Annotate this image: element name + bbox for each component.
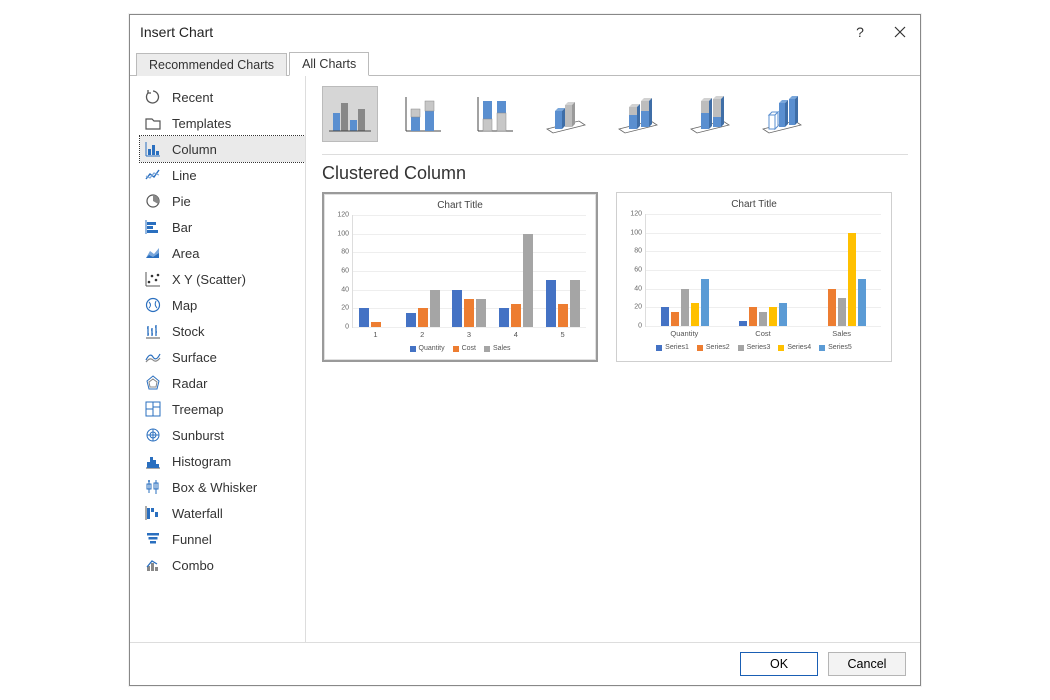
sidebar-item-map[interactable]: Map: [140, 292, 305, 318]
sidebar-item-combo[interactable]: Combo: [140, 552, 305, 578]
sidebar-item-label: Sunburst: [172, 428, 224, 443]
combo-icon: [144, 556, 162, 574]
sidebar-item-boxwhisker[interactable]: Box & Whisker: [140, 474, 305, 500]
subtype-stacked-column[interactable]: [394, 86, 450, 142]
chart-legend: QuantityCostSales: [330, 345, 590, 352]
sidebar-item-label: Combo: [172, 558, 214, 573]
templates-icon: [144, 114, 162, 132]
sidebar-item-line[interactable]: Line: [140, 162, 305, 188]
sidebar-item-label: Pie: [172, 194, 191, 209]
sidebar-item-histogram[interactable]: Histogram: [140, 448, 305, 474]
chart-previews: Chart Title02040608010012012345QuantityC…: [322, 192, 908, 362]
main-panel: Clustered Column Chart Title020406080100…: [305, 76, 920, 642]
radar-icon: [144, 374, 162, 392]
surface-icon: [144, 348, 162, 366]
sidebar-item-treemap[interactable]: Treemap: [140, 396, 305, 422]
ok-button[interactable]: OK: [740, 652, 818, 676]
subtype-3d-column[interactable]: [754, 86, 810, 142]
sidebar-item-sunburst[interactable]: Sunburst: [140, 422, 305, 448]
sidebar-item-column[interactable]: Column: [140, 136, 305, 162]
dialog-title: Insert Chart: [140, 24, 213, 40]
chart-subtype-row: [322, 86, 908, 142]
sidebar-item-label: Radar: [172, 376, 207, 391]
sidebar-item-surface[interactable]: Surface: [140, 344, 305, 370]
area-icon: [144, 244, 162, 262]
sidebar-item-label: Templates: [172, 116, 231, 131]
subtype-clustered-column[interactable]: [322, 86, 378, 142]
titlebar: Insert Chart ?: [130, 15, 920, 49]
subtype-3d-100pct-stacked-column[interactable]: [682, 86, 738, 142]
boxwhisker-icon: [144, 478, 162, 496]
map-icon: [144, 296, 162, 314]
chart-preview-1[interactable]: Chart Title02040608010012012345QuantityC…: [322, 192, 598, 362]
sidebar-item-label: Column: [172, 142, 217, 157]
sidebar-item-bar[interactable]: Bar: [140, 214, 305, 240]
treemap-icon: [144, 400, 162, 418]
sidebar-item-label: Map: [172, 298, 197, 313]
sidebar-item-label: Area: [172, 246, 199, 261]
sidebar-item-label: Surface: [172, 350, 217, 365]
sidebar-item-recent[interactable]: Recent: [140, 84, 305, 110]
chart-legend: Series1Series2Series3Series4Series5: [623, 344, 885, 351]
sidebar-item-label: Waterfall: [172, 506, 223, 521]
sidebar-item-label: Box & Whisker: [172, 480, 257, 495]
sidebar-item-radar[interactable]: Radar: [140, 370, 305, 396]
close-button[interactable]: [880, 15, 920, 49]
chart-preview-2[interactable]: Chart Title020406080100120QuantityCostSa…: [616, 192, 892, 362]
column-icon: [144, 140, 162, 158]
subtype-3d-clustered-column[interactable]: [538, 86, 594, 142]
sidebar-item-label: Recent: [172, 90, 213, 105]
sidebar-item-label: Stock: [172, 324, 205, 339]
line-icon: [144, 166, 162, 184]
sidebar-item-waterfall[interactable]: Waterfall: [140, 500, 305, 526]
insert-chart-dialog: Insert Chart ? Recommended Charts All Ch…: [129, 14, 921, 686]
subtype-100pct-stacked-column[interactable]: [466, 86, 522, 142]
stock-icon: [144, 322, 162, 340]
sunburst-icon: [144, 426, 162, 444]
sidebar-item-templates[interactable]: Templates: [140, 110, 305, 136]
pie-icon: [144, 192, 162, 210]
funnel-icon: [144, 530, 162, 548]
cancel-button[interactable]: Cancel: [828, 652, 906, 676]
sidebar-item-label: Treemap: [172, 402, 224, 417]
sidebar-item-label: Line: [172, 168, 197, 183]
close-icon: [894, 26, 906, 38]
tab-recommended[interactable]: Recommended Charts: [136, 53, 287, 76]
sidebar-item-pie[interactable]: Pie: [140, 188, 305, 214]
sidebar-item-label: X Y (Scatter): [172, 272, 246, 287]
chart-preview-title: Chart Title: [623, 199, 885, 210]
tab-all-charts[interactable]: All Charts: [289, 52, 369, 76]
sidebar-item-funnel[interactable]: Funnel: [140, 526, 305, 552]
bar-icon: [144, 218, 162, 236]
chart-type-sidebar: Recent Templates Column Line Pie Bar Area X Y (…: [130, 76, 305, 642]
subtype-title: Clustered Column: [322, 163, 908, 184]
scatter-icon: [144, 270, 162, 288]
help-button[interactable]: ?: [840, 15, 880, 49]
subtype-3d-stacked-column[interactable]: [610, 86, 666, 142]
sidebar-item-label: Histogram: [172, 454, 231, 469]
dialog-footer: OK Cancel: [130, 642, 920, 685]
chart-preview-title: Chart Title: [330, 200, 590, 211]
sidebar-item-label: Funnel: [172, 532, 212, 547]
recent-icon: [144, 88, 162, 106]
sidebar-item-scatter[interactable]: X Y (Scatter): [140, 266, 305, 292]
sidebar-item-area[interactable]: Area: [140, 240, 305, 266]
histogram-icon: [144, 452, 162, 470]
waterfall-icon: [144, 504, 162, 522]
sidebar-item-stock[interactable]: Stock: [140, 318, 305, 344]
sidebar-item-label: Bar: [172, 220, 192, 235]
tab-bar: Recommended Charts All Charts: [130, 49, 920, 76]
